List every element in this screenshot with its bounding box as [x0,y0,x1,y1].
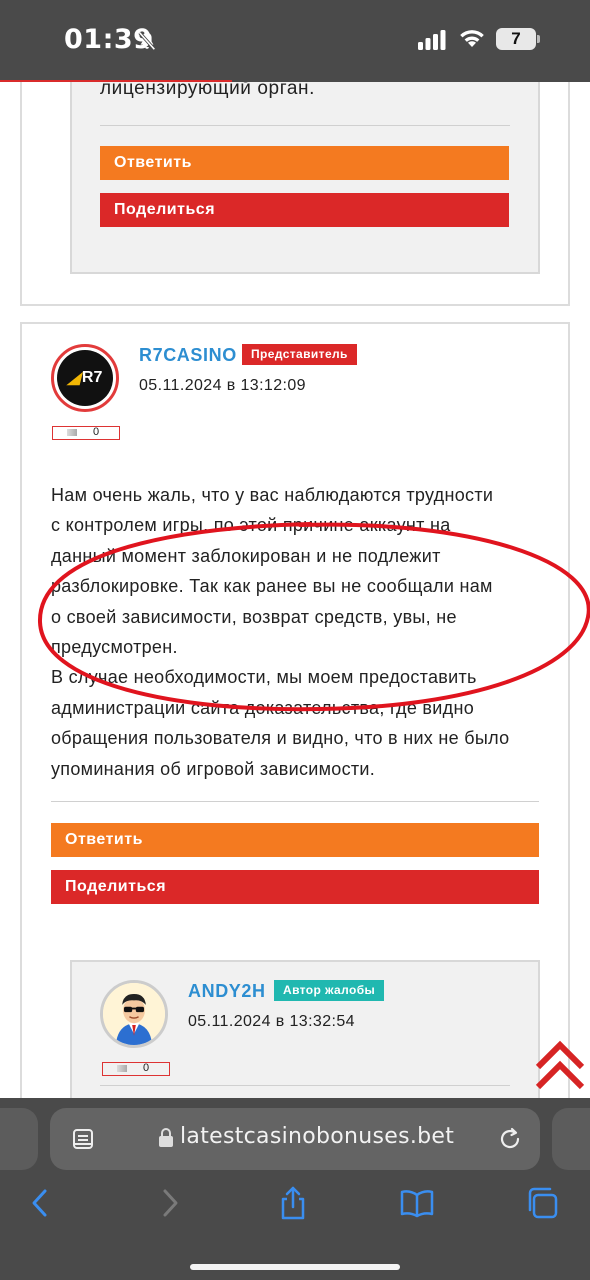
forward-icon[interactable] [152,1186,186,1220]
status-bar: 01:39 7 [0,0,590,82]
tabs-icon[interactable] [525,1186,559,1220]
comment-body: Нам очень жаль, что у вас наблюдаются тр… [51,485,510,779]
status-badge: Автор жалобы [274,980,385,1001]
share-button[interactable]: Поделиться [100,193,509,227]
address-bar[interactable]: latestcasinobonuses.bet [50,1108,540,1170]
divider [100,1085,510,1086]
url-text: latestcasinobonuses.bet [180,1124,455,1149]
username-link[interactable]: ANDY2H [188,981,266,1002]
previous-tab-preview[interactable] [0,1108,38,1170]
scroll-to-top-icon[interactable] [534,1037,586,1093]
rating-widget[interactable]: 0 [52,426,120,440]
avatar[interactable] [100,980,168,1048]
avatar[interactable]: ◢ R7 [51,344,119,412]
wifi-icon [460,30,484,47]
r7-logo: ◢ R7 [57,350,113,406]
back-icon[interactable] [24,1186,58,1220]
browser-toolbar [0,1178,590,1238]
home-indicator [190,1264,400,1270]
battery-icon: 7 [496,28,540,50]
divider [100,125,510,126]
divider [51,801,539,802]
signal-icon [418,30,446,50]
status-badge: Представитель [242,344,357,365]
next-tab-preview[interactable] [552,1108,590,1170]
username-link[interactable]: R7CASINO [139,345,237,366]
comment-date: 05.11.2024 в 13:32:54 [188,1013,355,1030]
bookmarks-icon[interactable] [400,1186,434,1220]
share-button[interactable]: Поделиться [51,870,539,904]
lock-icon [159,1128,173,1147]
page-content[interactable]: лицензирующий орган. Ответить Поделиться… [0,82,590,1098]
bell-slash-icon [138,31,156,51]
user-cartoon-icon [103,983,165,1045]
rating-widget[interactable]: 0 [102,1062,170,1076]
reader-icon[interactable] [72,1128,94,1150]
comment-date: 05.11.2024 в 13:12:09 [139,377,306,394]
share-icon[interactable] [276,1186,310,1220]
comment-previous-text: лицензирующий орган. [100,82,315,99]
reply-button[interactable]: Ответить [51,823,539,857]
reply-button[interactable]: Ответить [100,146,509,180]
reload-icon[interactable] [498,1125,522,1151]
browser-bottom-bar: latestcasinobonuses.bet [0,1098,590,1280]
